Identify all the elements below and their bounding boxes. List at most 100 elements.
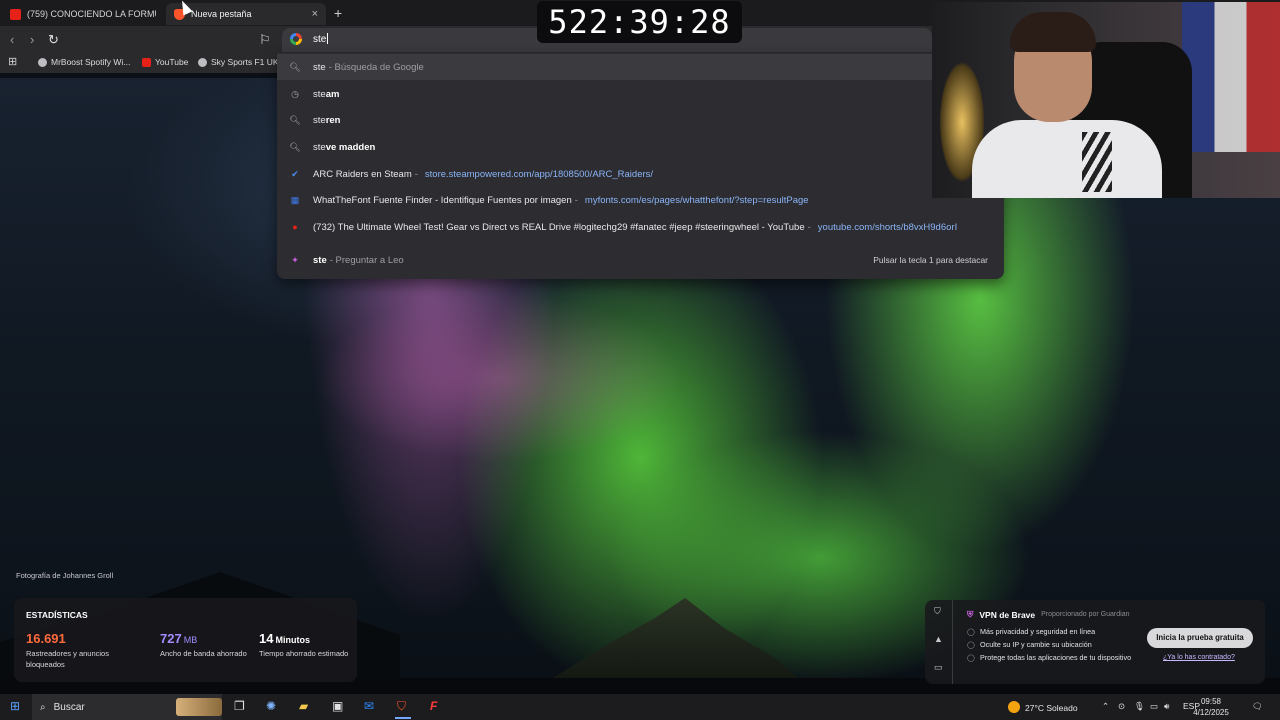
active-app-indicator bbox=[395, 717, 411, 719]
leo-icon: ✦ bbox=[291, 254, 299, 265]
youtube-icon: ● bbox=[292, 222, 298, 232]
vpn-feature-text: Protege todas las aplicaciones de tu dis… bbox=[980, 653, 1132, 662]
network-icon[interactable]: ▭ bbox=[1150, 701, 1158, 712]
brave-taskbar-icon[interactable]: ⛉ bbox=[397, 699, 406, 714]
stats-heading: ESTADÍSTICAS bbox=[26, 610, 88, 620]
suggestion-steve-madden[interactable]: 🔍︎ ste ve madden bbox=[277, 134, 1004, 160]
windows-start-icon[interactable]: ⊞ bbox=[10, 699, 20, 713]
suggestion-text: ste bbox=[313, 61, 326, 73]
close-tab-icon[interactable]: × bbox=[312, 8, 318, 20]
vpn-feature: ◯ Oculte su IP y cambie su ubicación bbox=[967, 640, 1092, 649]
suggestion-url: myfonts.com/es/pages/whatthefont/?step=r… bbox=[584, 194, 809, 206]
suggestion-arc-raiders[interactable]: ✔ ARC Raiders en Steam - store.steampowe… bbox=[277, 161, 1004, 187]
forward-icon[interactable]: › bbox=[30, 32, 34, 47]
stat-desc: Ancho de banda ahorrado bbox=[160, 649, 247, 658]
vpn-provider: Proporcionado por Guardian bbox=[1041, 611, 1130, 618]
check-circle-icon: ◯ bbox=[967, 640, 976, 649]
search-icon: ⌕ bbox=[40, 701, 46, 713]
suggestion-steam[interactable]: ◷ ste am bbox=[277, 81, 1004, 107]
news-icon[interactable]: ▲ bbox=[934, 634, 943, 644]
search-highlight-image bbox=[176, 698, 222, 716]
clock[interactable]: 09:58 4/12/2025 bbox=[1188, 696, 1234, 718]
vpn-shield-icon[interactable]: ⛉ bbox=[934, 606, 941, 617]
sun-icon bbox=[1008, 701, 1020, 713]
globe-icon bbox=[198, 57, 207, 67]
suggestion-detail: - Preguntar a Leo bbox=[329, 254, 404, 266]
vpn-title: ⛨ VPN de Brave Proporcionado por Guardia… bbox=[967, 609, 1129, 620]
back-icon[interactable]: ‹ bbox=[10, 32, 14, 47]
bookmark-label: MrBoost Spotify Wi... bbox=[51, 57, 131, 67]
suggestion-title: ARC Raiders en Steam bbox=[313, 168, 412, 180]
new-tab-button[interactable]: + bbox=[334, 5, 342, 21]
vpn-feature: ◯ Protege todas las aplicaciones de tu di… bbox=[967, 653, 1131, 662]
apps-grid-icon[interactable]: ⊞ bbox=[8, 55, 17, 68]
suggestion-match: ste bbox=[313, 88, 326, 100]
bookmark-sky-sports[interactable]: Sky Sports F1 UK bbox=[198, 57, 279, 67]
stat-time: 14 Minutos Tiempo ahorrado estimado bbox=[259, 631, 351, 660]
check-circle-icon: ◯ bbox=[967, 653, 976, 662]
bookmark-mrboost[interactable]: MrBoost Spotify Wi... bbox=[38, 57, 130, 67]
flag-backdrop bbox=[1182, 2, 1280, 152]
address-input[interactable]: ste bbox=[313, 33, 329, 45]
stat-unit: Minutos bbox=[275, 635, 310, 645]
tray-chevron-icon[interactable]: ⌃ bbox=[1102, 701, 1109, 712]
suggestion-wheel-test[interactable]: ● (732) The Ultimate Wheel Test! Gear vs… bbox=[277, 214, 1004, 240]
microphone-icon[interactable]: 🎙︎ bbox=[1134, 701, 1145, 712]
volume-icon[interactable]: 🔊︎ bbox=[1164, 701, 1169, 712]
suggestion-match: ste bbox=[313, 114, 326, 126]
reload-icon[interactable]: ↻ bbox=[48, 32, 59, 48]
suggestion-ask-leo[interactable]: ✦ ste - Preguntar a Leo Pulsar la tecla … bbox=[277, 247, 1004, 273]
suggestion-whatthefont[interactable]: ▦ WhatTheFont Fuente Finder - Identifiqu… bbox=[277, 187, 1004, 213]
search-icon: 🔍︎ bbox=[289, 61, 301, 72]
bookmark-label: YouTube bbox=[155, 57, 189, 67]
notifications-icon[interactable]: 🗨︎ bbox=[1252, 701, 1263, 712]
weather-widget[interactable]: 27°C Soleado bbox=[1008, 701, 1078, 713]
taskbar: ⊞ ⌕ Buscar ❐ ✺ ▰ ▣ ✉ ⛉ F 27°C Soleado ⌃ … bbox=[0, 694, 1280, 720]
suggestion-url: store.steampowered.com/app/1808500/ARC_R… bbox=[424, 168, 654, 180]
suggestion-title: WhatTheFont Fuente Finder - Identifique … bbox=[313, 194, 572, 206]
clock-date: 4/12/2025 bbox=[1193, 708, 1229, 717]
task-view-icon[interactable]: ❐ bbox=[234, 699, 245, 713]
suggestion-completion: ve madden bbox=[325, 141, 376, 153]
store-icon[interactable]: ▣ bbox=[332, 699, 343, 713]
globe-icon bbox=[38, 57, 47, 67]
stat-value: 16.691 bbox=[26, 631, 66, 646]
history-icon: ◷ bbox=[291, 88, 299, 99]
stat-unit: MB bbox=[183, 635, 198, 645]
suggestion-steren[interactable]: 🔍︎ ste ren bbox=[277, 107, 1004, 133]
bookmark-icon[interactable]: ⚐ bbox=[259, 32, 271, 48]
vpn-widget: ⛉ ▲ ▭ ⛨ VPN de Brave Proporcionado por G… bbox=[925, 600, 1265, 684]
myfonts-icon: ▦ bbox=[290, 194, 300, 205]
start-trial-button[interactable]: Inicia la prueba gratuita bbox=[1147, 628, 1253, 648]
file-explorer-icon[interactable]: ▰ bbox=[299, 699, 308, 713]
youtube-icon bbox=[10, 8, 21, 20]
youtube-icon bbox=[142, 57, 151, 67]
copilot-icon[interactable]: ✺ bbox=[266, 699, 276, 713]
separator: - bbox=[414, 168, 418, 180]
stat-desc: Rastreadores y anuncios bloqueados bbox=[26, 649, 109, 669]
stat-bandwidth: 727 MB Ancho de banda ahorrado bbox=[160, 631, 252, 660]
suggestion-detail: - Búsqueda de Google bbox=[328, 61, 424, 73]
taskbar-search-label: Buscar bbox=[53, 701, 85, 713]
f1-app-icon[interactable]: F bbox=[430, 699, 437, 713]
suggestion-google-search[interactable]: 🔍︎ ste - Búsqueda de Google bbox=[277, 54, 1004, 80]
tray-app-icon[interactable]: ⊙ bbox=[1118, 701, 1125, 712]
bookmark-youtube[interactable]: YouTube bbox=[142, 57, 188, 67]
webcam-overlay bbox=[932, 2, 1280, 198]
already-subscribed-link[interactable]: ¿Ya lo has contratado? bbox=[1163, 654, 1235, 661]
taskbar-search[interactable]: ⌕ Buscar bbox=[32, 694, 222, 720]
suggestion-title: (732) The Ultimate Wheel Test! Gear vs D… bbox=[313, 221, 805, 233]
separator: - bbox=[574, 194, 578, 206]
person-shirt bbox=[972, 120, 1162, 198]
clock-time: 09:58 bbox=[1200, 697, 1222, 706]
keyboard-hint: Pulsar la tecla 1 para destacar bbox=[873, 255, 988, 265]
vpn-title-text: VPN de Brave bbox=[979, 609, 1036, 620]
vpn-feature-text: Más privacidad y seguridad en línea bbox=[980, 627, 1096, 636]
photo-credit[interactable]: Fotografía de Johannes Groll bbox=[16, 571, 113, 580]
outlook-icon[interactable]: ✉ bbox=[364, 699, 374, 713]
check-icon: ✔ bbox=[291, 168, 299, 179]
wallet-icon[interactable]: ▭ bbox=[934, 662, 943, 673]
tab-conociendo-f1[interactable]: (759) CONOCIENDO LA FORMULA 1 bbox=[2, 3, 164, 25]
separator: - bbox=[807, 221, 811, 233]
stats-widget[interactable]: ESTADÍSTICAS 16.691 Rastreadores y anunc… bbox=[14, 598, 357, 682]
